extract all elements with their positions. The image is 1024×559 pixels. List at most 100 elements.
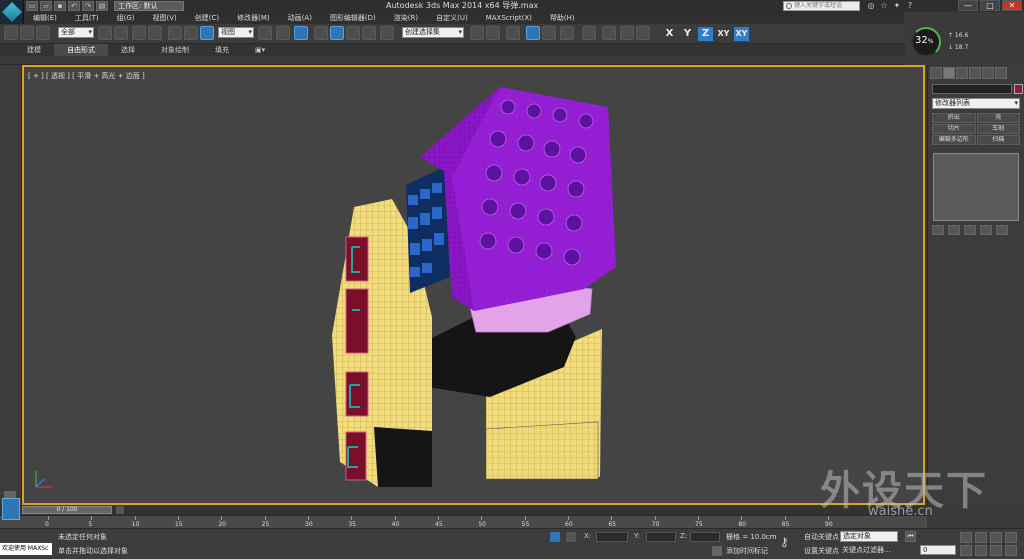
named-selection-select[interactable]: 创建选择集 — [402, 27, 464, 38]
viewport-label[interactable]: [ + ] [ 透视 ] [ 平滑 + 高光 + 边面 ] — [28, 71, 145, 81]
undo-icon[interactable]: ↶ — [68, 1, 80, 11]
maxscript-listener[interactable]: 欢迎使用 MAXSc — [0, 543, 52, 555]
unlink-icon[interactable] — [20, 26, 34, 40]
menu-customize[interactable]: 自定义(U) — [427, 12, 477, 24]
spinner-snap-icon[interactable] — [362, 26, 376, 40]
set-key-label[interactable]: 设置关键点 — [804, 546, 839, 556]
select-by-name-icon[interactable] — [114, 26, 128, 40]
render-setup-icon[interactable] — [602, 26, 616, 40]
zoom-icon[interactable] — [960, 532, 972, 543]
next-frame-icon[interactable] — [116, 506, 124, 514]
tab-object-paint[interactable]: 对象绘制 — [148, 44, 202, 56]
selected-objects-select[interactable]: 选定对象 — [840, 531, 898, 542]
restrict-plane-button[interactable]: XY — [734, 27, 749, 41]
zoom-extents-icon[interactable] — [990, 532, 1002, 543]
remove-modifier-icon[interactable] — [980, 225, 992, 235]
menu-create[interactable]: 创建(C) — [186, 12, 228, 24]
motion-tab-icon[interactable] — [969, 67, 981, 79]
restrict-z-button[interactable]: Z — [698, 27, 713, 41]
schematic-view-icon[interactable] — [560, 26, 574, 40]
save-file-icon[interactable]: ▪ — [54, 1, 66, 11]
star-icon[interactable]: ☆ — [879, 1, 889, 11]
select-manipulate-icon[interactable] — [276, 26, 290, 40]
tab-populate[interactable]: 填充 — [202, 44, 242, 56]
tab-selection[interactable]: 选择 — [108, 44, 148, 56]
move-icon[interactable] — [168, 26, 182, 40]
app-logo-button[interactable] — [0, 0, 24, 24]
scale-icon[interactable] — [200, 26, 214, 40]
modifier-list-select[interactable]: 修改器列表 — [932, 98, 1020, 109]
pan-icon[interactable] — [975, 545, 987, 556]
create-tab-icon[interactable] — [930, 67, 942, 79]
modifier-stack[interactable] — [933, 153, 1019, 221]
z-coord-field[interactable] — [690, 532, 720, 542]
restrict-y-button[interactable]: Y — [680, 27, 695, 41]
sweep-button[interactable]: 扫描 — [976, 135, 1020, 145]
tab-modeling[interactable]: 建模 — [14, 44, 54, 56]
object-name-field[interactable] — [932, 84, 1012, 94]
edit-poly-button[interactable]: 编辑多边形 — [932, 135, 976, 145]
y-coord-field[interactable] — [646, 532, 676, 542]
time-tag-icon[interactable] — [712, 546, 722, 556]
maximize-button[interactable]: □ — [980, 0, 1000, 11]
menu-help[interactable]: 帮助(H) — [541, 12, 584, 24]
new-file-icon[interactable]: ▭ — [26, 1, 38, 11]
rendered-frame-icon[interactable] — [620, 26, 634, 40]
bind-space-warp-icon[interactable] — [36, 26, 50, 40]
menu-tools[interactable]: 工具(T) — [66, 12, 108, 24]
menu-modifiers[interactable]: 修改器(M) — [228, 12, 279, 24]
reference-coord-select[interactable]: 视图 — [218, 27, 254, 38]
workspace-select[interactable]: 工作区: 默认 — [114, 1, 184, 11]
redo-icon[interactable]: ↷ — [82, 1, 94, 11]
hierarchy-tab-icon[interactable] — [956, 67, 968, 79]
make-unique-icon[interactable] — [964, 225, 976, 235]
search-input[interactable]: 键入关键字或短语 — [783, 1, 860, 11]
zoom-extents-all-icon[interactable] — [1005, 532, 1017, 543]
material-editor-icon[interactable] — [582, 26, 596, 40]
menu-animation[interactable]: 动画(A) — [279, 12, 321, 24]
add-time-tag[interactable]: 添加时间标记 — [726, 546, 768, 556]
render-production-icon[interactable] — [636, 26, 650, 40]
zoom-all-icon[interactable] — [975, 532, 987, 543]
restrict-xy-button[interactable]: XY — [716, 27, 731, 41]
restrict-x-button[interactable]: X — [662, 27, 677, 41]
menu-rendering[interactable]: 渲染(R) — [385, 12, 427, 24]
object-color-swatch[interactable] — [1014, 84, 1023, 94]
graphite-toggle-icon[interactable] — [526, 26, 540, 40]
current-frame-field[interactable]: 0 — [920, 545, 956, 555]
modify-tab-icon[interactable] — [943, 67, 955, 79]
help-icon[interactable]: ? — [905, 1, 915, 11]
lathe-button[interactable]: 车削 — [976, 124, 1020, 134]
selection-filter-select[interactable]: 全部 — [58, 27, 94, 38]
lock-selection-icon[interactable] — [550, 532, 560, 542]
align-icon[interactable] — [486, 26, 500, 40]
pin-stack-icon[interactable] — [932, 225, 944, 235]
go-to-start-icon[interactable]: ⏮ — [905, 531, 916, 542]
time-slider[interactable]: 0 / 100 — [22, 506, 112, 514]
minimize-button[interactable]: — — [958, 0, 978, 11]
menu-graph-editors[interactable]: 图形编辑器(D) — [321, 12, 385, 24]
key-icon[interactable]: ⚷ — [780, 535, 789, 549]
menu-edit[interactable]: 编辑(E) — [24, 12, 66, 24]
percent-snap-icon[interactable] — [346, 26, 360, 40]
auto-key-label[interactable]: 自动关键点 — [804, 532, 839, 542]
maximize-viewport-icon[interactable] — [1005, 545, 1017, 556]
rect-selection-icon[interactable] — [132, 26, 146, 40]
edit-named-sel-icon[interactable] — [380, 26, 394, 40]
slice-button[interactable]: 切片 — [932, 124, 976, 134]
perspective-viewport[interactable]: [ + ] [ 透视 ] [ 平滑 + 高光 + 边面 ] — [22, 65, 925, 505]
ribbon-options-button[interactable]: ▣▾ — [242, 44, 278, 56]
track-bar[interactable]: 0 5 10 15 20 25 30 35 40 45 50 55 60 65 70 75 80 85 90 — [0, 498, 927, 528]
show-end-result-icon[interactable] — [948, 225, 960, 235]
snap-toggle-icon[interactable] — [314, 26, 328, 40]
menu-views[interactable]: 视图(V) — [144, 12, 186, 24]
menu-group[interactable]: 组(G) — [108, 12, 144, 24]
binoculars-icon[interactable]: ◎ — [866, 1, 876, 11]
fov-icon[interactable] — [960, 545, 972, 556]
window-crossing-icon[interactable] — [148, 26, 162, 40]
orbit-icon[interactable] — [990, 545, 1002, 556]
angle-snap-icon[interactable] — [330, 26, 344, 40]
mirror-icon[interactable] — [470, 26, 484, 40]
rotate-icon[interactable] — [184, 26, 198, 40]
tab-freeform[interactable]: 自由形式 — [54, 44, 108, 56]
